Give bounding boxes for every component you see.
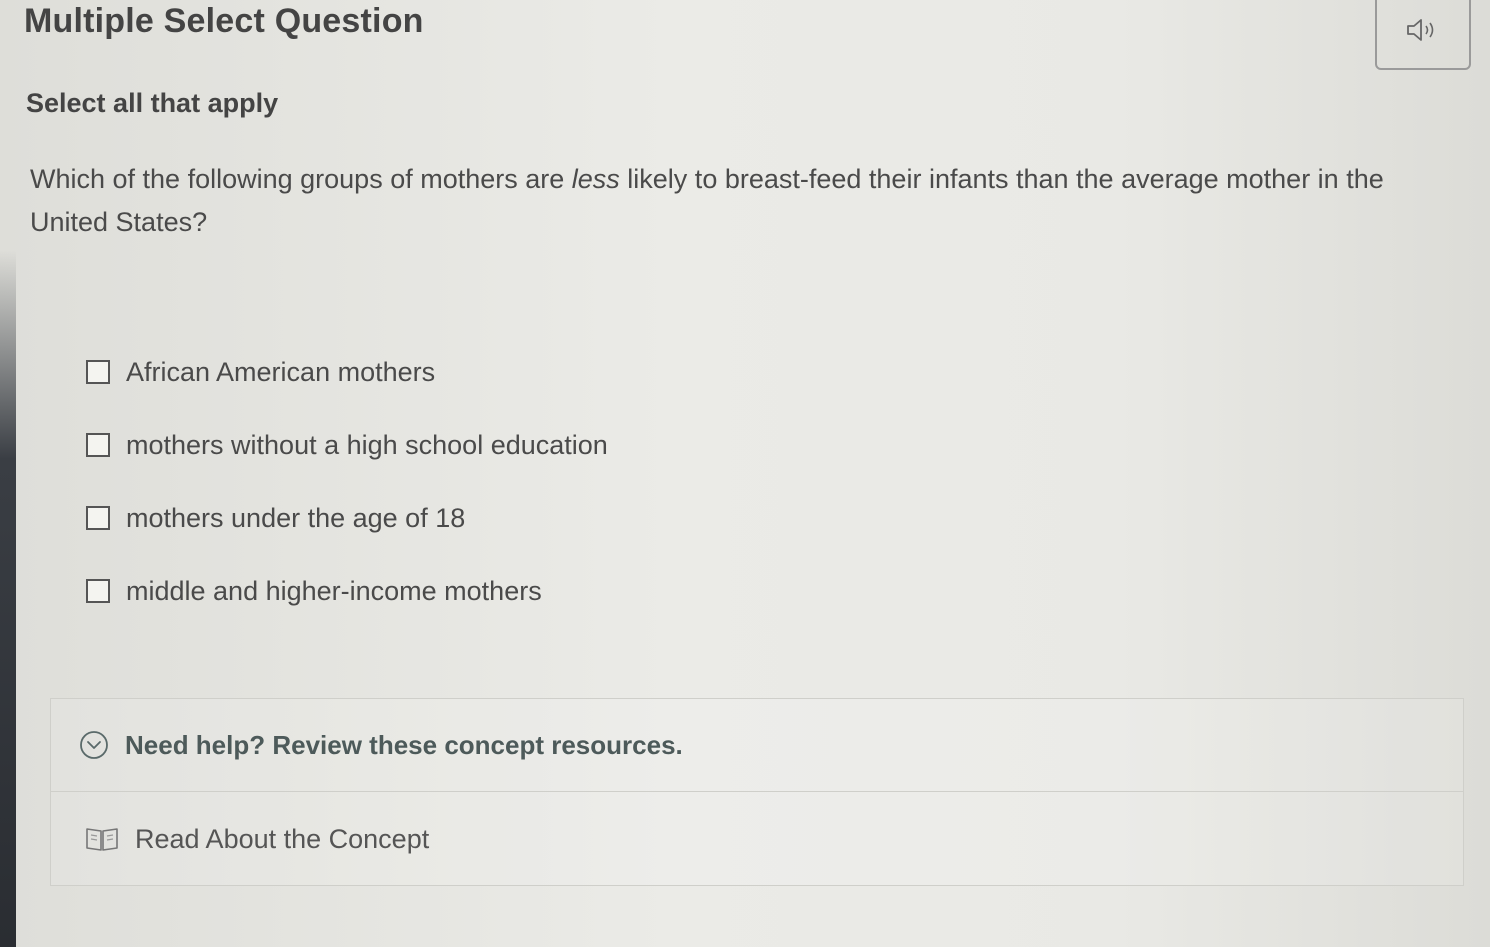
concept-resources-panel: Need help? Review these concept resource…: [50, 698, 1464, 886]
question-text-start: Which of the following groups of mothers…: [30, 164, 572, 194]
option-label: mothers without a high school education: [126, 429, 608, 460]
resource-label: Read About the Concept: [135, 823, 430, 854]
answer-option-2[interactable]: mothers without a high school education: [86, 423, 608, 467]
option-label: mothers under the age of 18: [126, 502, 466, 533]
answer-options: African American mothers mothers without…: [86, 350, 608, 642]
chevron-down-circle-icon: [79, 730, 109, 760]
read-about-concept-link[interactable]: Read About the Concept: [51, 792, 1463, 886]
option-label: African American mothers: [126, 356, 436, 387]
checkbox[interactable]: [86, 506, 110, 530]
question-emphasis: less: [571, 164, 620, 194]
question-prompt: Which of the following groups of mothers…: [30, 158, 1460, 244]
option-label: middle and higher-income mothers: [126, 575, 542, 606]
concept-resources-title: Need help? Review these concept resource…: [125, 729, 683, 760]
checkbox[interactable]: [86, 360, 110, 384]
speaker-icon: [1405, 16, 1441, 49]
answer-option-3[interactable]: mothers under the age of 18: [86, 496, 608, 540]
screen-edge: [0, 250, 16, 947]
question-page: Multiple Select Question Select all that…: [0, 0, 1490, 947]
checkbox[interactable]: [86, 433, 110, 457]
book-icon: [85, 825, 119, 853]
checkbox[interactable]: [86, 579, 110, 603]
answer-option-4[interactable]: middle and higher-income mothers: [86, 569, 608, 613]
concept-resources-toggle[interactable]: Need help? Review these concept resource…: [51, 699, 1463, 792]
read-aloud-button[interactable]: [1375, 0, 1471, 70]
question-type-title: Multiple Select Question: [24, 2, 424, 40]
instructions: Select all that apply: [26, 88, 279, 118]
answer-option-1[interactable]: African American mothers: [86, 350, 608, 394]
